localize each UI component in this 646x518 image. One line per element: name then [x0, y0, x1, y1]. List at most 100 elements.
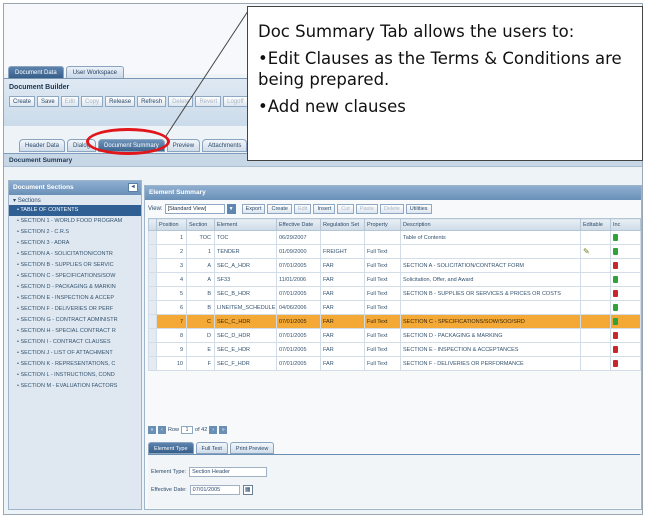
edit-button[interactable]: Edit	[60, 96, 80, 107]
row-input[interactable]: 1	[181, 426, 194, 434]
column-header-editable[interactable]: Editable	[580, 218, 611, 231]
sidebar-item-section-a-solicitation-contr[interactable]: • SECTION A - SOLICITATION/CONTR	[9, 249, 141, 260]
sidebar-item-section-b-supplies-or-servic[interactable]: • SECTION B - SUPPLIES OR SERVIC	[9, 260, 141, 271]
cell-element: SEC_F_HDR	[214, 356, 277, 371]
sidebar-item-table-of-contents[interactable]: • TABLE OF CONTENTS	[9, 205, 141, 216]
sidebar-item-section-m-evaluation-factors[interactable]: • SECTION M - EVALUATION FACTORS	[9, 381, 141, 392]
column-header-section[interactable]: Section	[186, 218, 215, 231]
sidebar-item-label: SECTION A - SOLICITATION/CONTR	[20, 251, 113, 257]
element-type-field[interactable]: Section Header	[189, 467, 268, 477]
next-page-icon[interactable]: ›	[209, 426, 218, 434]
edit-button[interactable]: Edit	[294, 204, 312, 214]
cut-button[interactable]: Cut	[337, 204, 354, 214]
collapse-panel-icon[interactable]: ◂	[128, 183, 138, 192]
create-button[interactable]: Create	[9, 96, 36, 107]
cell-editable	[580, 328, 611, 343]
table-row[interactable]: 6 B LINEITEM_SCHEDULE 04/06/2006 FAR Full Tex…	[148, 300, 641, 315]
cell-property: Full Text	[364, 342, 401, 357]
delete-button[interactable]: Delete	[168, 96, 194, 107]
sections-tree-root[interactable]: ▾ Sections	[9, 195, 141, 205]
column-header-property[interactable]: Property	[364, 218, 401, 231]
paste-button[interactable]: Paste	[355, 204, 378, 214]
insert-button[interactable]: Insert	[313, 204, 336, 214]
edit-pencil-icon[interactable]: ✎	[583, 247, 590, 256]
tab-full-text[interactable]: Full Text	[195, 442, 228, 454]
row-selector[interactable]	[148, 286, 157, 301]
table-row[interactable]: 8 D SEC_D_HDR 07/01/2005 FAR Full Text SECTION…	[148, 328, 641, 343]
row-selector[interactable]	[148, 230, 157, 245]
refresh-button[interactable]: Refresh	[137, 96, 167, 107]
table-row[interactable]: 1 TOC TOC 06/29/2007 Table of Contents	[148, 230, 641, 245]
element-detail-tabs: Element Type Full Text Print Preview	[148, 442, 275, 454]
sidebar-item-section-f-deliveries-or-perf[interactable]: • SECTION F - DELIVERIES OR PERF	[9, 304, 141, 315]
view-select[interactable]: [Standard View]	[164, 204, 225, 214]
table-row[interactable]: 4 A SF33 11/01/2006 FAR Full Text Solicitation…	[148, 272, 641, 287]
cell-reg: FREIGHT	[320, 244, 365, 259]
table-row[interactable]: 10 F SEC_F_HDR 07/01/2005 FAR Full Text SECTIO…	[148, 356, 641, 371]
export-button[interactable]: Export	[241, 204, 266, 214]
revert-button[interactable]: Revert	[195, 96, 222, 107]
create-button[interactable]: Create	[267, 204, 292, 214]
sidebar-item-section-3-adra[interactable]: • SECTION 3 - ADRA	[9, 238, 141, 249]
column-header-position[interactable]: Position	[156, 218, 187, 231]
effective-date-field[interactable]: 07/01/2005	[189, 485, 240, 495]
sidebar-item-section-k-representations-c[interactable]: • SECTION K - REPRESENTATIONS, C	[9, 359, 141, 370]
sidebar-item-label: SECTION B - SUPPLIES OR SERVIC	[20, 262, 114, 268]
cell-date: 06/29/2007	[276, 230, 321, 245]
column-header-description[interactable]: Description	[400, 218, 581, 231]
column-header-inc[interactable]: Inc	[610, 218, 641, 231]
row-selector[interactable]	[148, 356, 157, 371]
calendar-icon[interactable]: ▦	[242, 485, 253, 495]
cell-property: Full Text	[364, 300, 401, 315]
sidebar-item-section-1-world-food-program[interactable]: • SECTION 1 - WORLD FOOD PROGRAM	[9, 216, 141, 227]
cell-property: Full Text	[364, 258, 401, 273]
table-row[interactable]: 9 E SEC_E_HDR 07/01/2005 FAR Full Text SECTION…	[148, 342, 641, 357]
tab-element-type[interactable]: Element Type	[148, 442, 194, 454]
tab-header-data[interactable]: Header Data	[19, 139, 66, 152]
table-row[interactable]: 5 B SEC_B_HDR 07/01/2005 FAR Full Text SECTION…	[148, 286, 641, 301]
cell-status	[610, 244, 641, 259]
release-button[interactable]: Release	[105, 96, 136, 107]
sidebar-item-label: SECTION 3 - ADRA	[20, 240, 70, 246]
sidebar-item-section-e-inspection-accep[interactable]: • SECTION E - INSPECTION & ACCEP	[9, 293, 141, 304]
row-selector[interactable]	[148, 300, 157, 315]
table-row[interactable]: 2 1 TENDER 01/09/2000 FREIGHT Full Text ✎	[148, 244, 641, 259]
element-summary-panel: Element Summary View: [Standard View] ▼ …	[144, 185, 642, 510]
sidebar-item-section-i-contract-clauses[interactable]: • SECTION I - CONTRACT CLAUSES	[9, 337, 141, 348]
sidebar-item-section-c-specifications-sow[interactable]: • SECTION C - SPECIFICATIONS/SOW	[9, 271, 141, 282]
view-dropdown-arrow-icon[interactable]: ▼	[226, 204, 236, 214]
sidebar-item-section-2-c-r-s[interactable]: • SECTION 2 - C.R.S	[9, 227, 141, 238]
tab-print-preview[interactable]: Print Preview	[229, 442, 275, 454]
last-page-icon[interactable]: »	[219, 426, 228, 434]
column-header-effective-date[interactable]: Effective Date	[276, 218, 321, 231]
sidebar-item-section-l-instructions-cond[interactable]: • SECTION L - INSTRUCTIONS, COND	[9, 370, 141, 381]
delete-button[interactable]: Delete	[379, 204, 404, 214]
utilities-button[interactable]: Utilities	[405, 204, 432, 214]
table-row[interactable]: 3 A SEC_A_HDR 07/01/2005 FAR Full Text SECTION…	[148, 258, 641, 273]
copy-button[interactable]: Copy	[81, 96, 104, 107]
column-header-regulation-set[interactable]: Regulation Set	[320, 218, 365, 231]
tab-attachments[interactable]: Attachments	[202, 139, 248, 152]
logoff-button[interactable]: Logoff	[223, 96, 248, 107]
tab-user-workspace[interactable]: User Workspace	[65, 66, 124, 78]
sidebar-item-label: SECTION D - PACKAGING & MARKIN	[20, 284, 116, 290]
column-header-element[interactable]: Element	[214, 218, 277, 231]
first-page-icon[interactable]: «	[148, 426, 156, 434]
sidebar-item-section-g-contract-administr[interactable]: • SECTION G - CONTRACT ADMINISTR	[9, 315, 141, 326]
table-row[interactable]: 7 C SEC_C_HDR 07/01/2005 FAR Full Text SECTION…	[148, 314, 641, 329]
row-selector[interactable]	[148, 342, 157, 357]
sidebar-item-section-h-special-contract-r[interactable]: • SECTION H - SPECIAL CONTRACT R	[9, 326, 141, 337]
row-selector[interactable]	[148, 258, 157, 273]
row-selector[interactable]	[148, 314, 157, 329]
save-button[interactable]: Save	[37, 96, 59, 107]
tab-document-data[interactable]: Document Data	[8, 66, 64, 78]
sidebar-item-section-j-list-of-attachment[interactable]: • SECTION J - LIST OF ATTACHMENT	[9, 348, 141, 359]
sidebar-item-section-d-packaging-markin[interactable]: • SECTION D - PACKAGING & MARKIN	[9, 282, 141, 293]
row-selector[interactable]	[148, 328, 157, 343]
cell-section: 1	[186, 244, 215, 259]
tab-preview[interactable]: Preview	[166, 139, 201, 152]
row-selector-header[interactable]	[148, 218, 157, 231]
row-selector[interactable]	[148, 272, 157, 287]
row-selector[interactable]	[148, 244, 157, 259]
prev-page-icon[interactable]: ‹	[158, 426, 166, 434]
